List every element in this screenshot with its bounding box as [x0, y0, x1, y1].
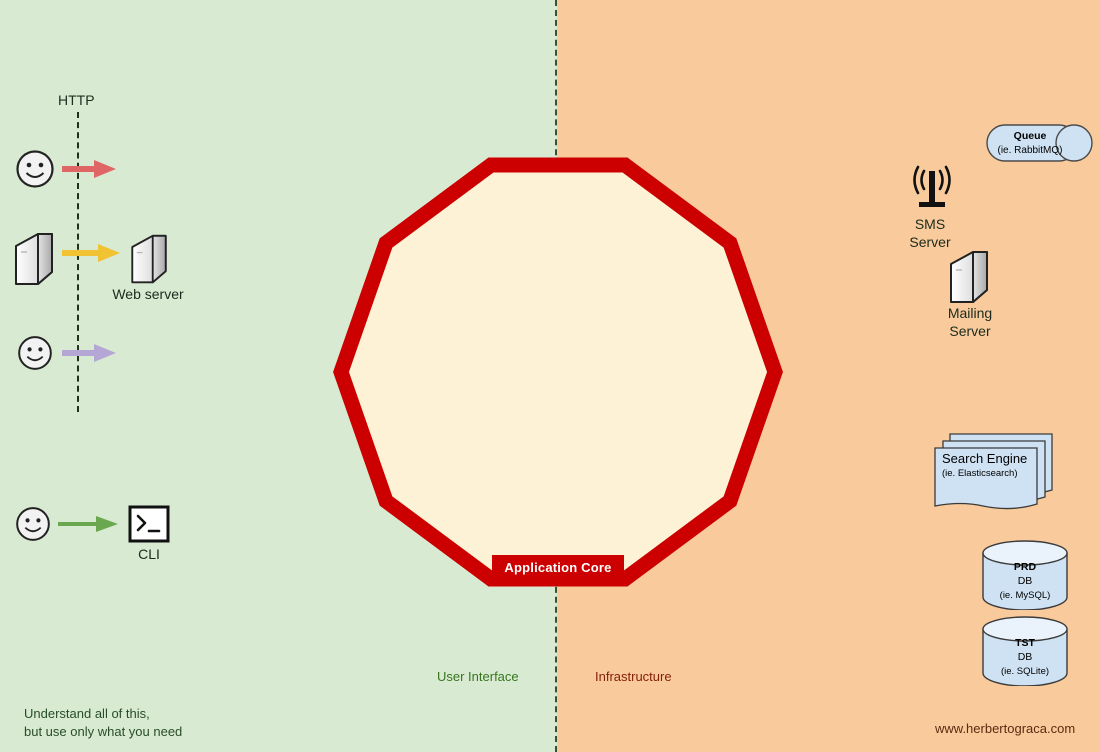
- user-actor-icon: [18, 336, 52, 370]
- queue-title: Queue: [1013, 130, 1047, 142]
- sms-line2: Server: [909, 233, 951, 250]
- footer-note-line1: Understand all of this,: [24, 706, 150, 721]
- database-tst-name: TST: [1015, 637, 1035, 649]
- arrow-http-user-purple: [62, 344, 116, 362]
- application-core-polygon: [333, 157, 783, 587]
- queue-subtitle: (ie. RabbitMQ): [997, 144, 1063, 156]
- user-interface-zone-label: User Interface: [437, 669, 519, 684]
- web-server-icon: [131, 234, 167, 284]
- database-prd-engine: (ie. MySQL): [999, 590, 1051, 602]
- website-label: www.herbertograca.com: [935, 721, 1076, 736]
- database-tst: TST DB (ie. SQLite): [980, 616, 1070, 687]
- arrow-cli-green: [58, 516, 118, 532]
- sms-line1: SMS: [914, 216, 946, 232]
- sms-server-label: SMS Server: [898, 216, 962, 251]
- user-actor-icon: [16, 150, 54, 188]
- arrow-http-user-red: [62, 160, 116, 178]
- application-core-label: Application Core: [492, 555, 624, 579]
- sms-tower-icon: [913, 165, 951, 207]
- external-server-icon: [15, 233, 53, 285]
- web-server-label: Web server: [112, 286, 184, 302]
- queue-text: Queue (ie. RabbitMQ): [986, 129, 1074, 157]
- database-prd-name: PRD: [1013, 561, 1037, 573]
- database-tst-kind: DB: [1017, 651, 1033, 664]
- queue-shape: Queue (ie. RabbitMQ): [986, 124, 1094, 162]
- search-engine-title: Search Engine: [942, 451, 1028, 466]
- database-tst-text: TST DB (ie. SQLite): [980, 636, 1070, 679]
- cli-terminal-icon: [128, 505, 170, 543]
- mailing-server-icon: [950, 251, 988, 303]
- mailing-server-label: Mailing Server: [934, 305, 1006, 340]
- search-engine-subtitle: (ie. Elasticsearch): [942, 467, 1018, 479]
- http-label: HTTP: [58, 92, 95, 108]
- cli-label: CLI: [138, 546, 160, 562]
- search-engine-text: Search Engine (ie. Elasticsearch): [942, 451, 1046, 480]
- database-tst-engine: (ie. SQLite): [1000, 666, 1050, 678]
- database-prd-text: PRD DB (ie. MySQL): [980, 560, 1070, 603]
- footer-note-line2: but use only what you need: [24, 723, 183, 739]
- diagram-canvas: HTTP Web server CLI Application Core Que…: [0, 0, 1100, 752]
- database-prd-kind: DB: [1017, 575, 1033, 588]
- search-engine-shape: Search Engine (ie. Elasticsearch): [928, 428, 1058, 514]
- footer-note: Understand all of this, but use only what…: [24, 705, 182, 740]
- mailing-line1: Mailing: [947, 305, 993, 321]
- infrastructure-zone-label: Infrastructure: [595, 669, 672, 684]
- database-prd: PRD DB (ie. MySQL): [980, 540, 1070, 611]
- mailing-line2: Server: [949, 322, 991, 339]
- arrow-http-server-orange: [62, 244, 120, 262]
- user-actor-icon: [16, 507, 50, 541]
